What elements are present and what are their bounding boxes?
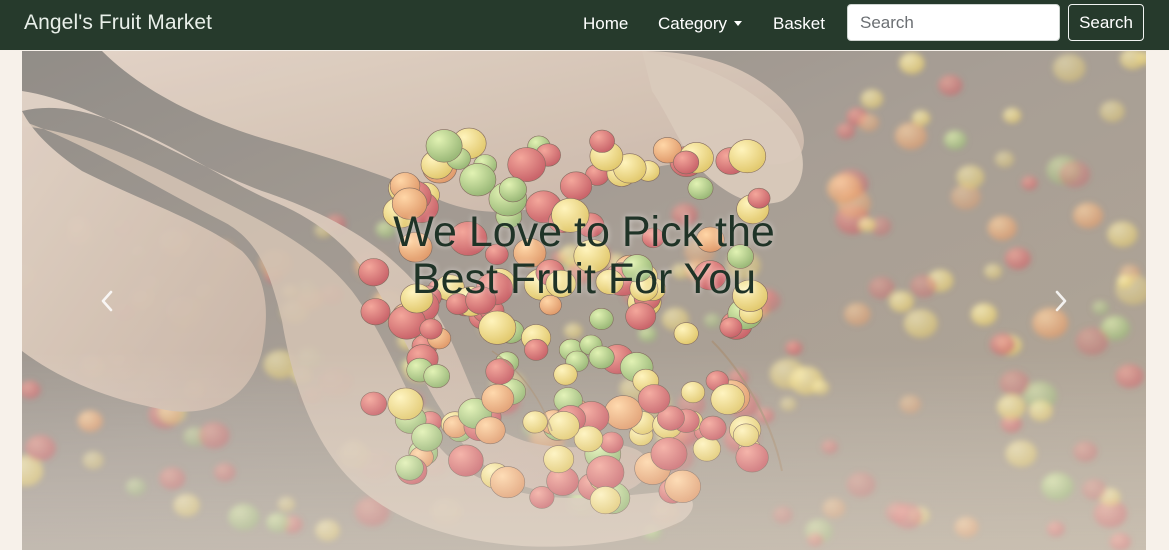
- nav-category-label: Category: [658, 14, 727, 33]
- caret-down-icon: [733, 21, 742, 27]
- search-input[interactable]: [847, 4, 1060, 41]
- hero-caption: We Love to Pick the Best Fruit For You: [284, 209, 884, 303]
- carousel-next-button[interactable]: [1046, 283, 1076, 319]
- brand-logo[interactable]: Angel's Fruit Market: [24, 0, 212, 50]
- nav-link-basket[interactable]: Basket: [773, 0, 825, 48]
- navbar: Angel's Fruit Market Home Category Baske…: [0, 0, 1169, 50]
- nav-dropdown-category[interactable]: Category: [658, 0, 742, 48]
- chevron-left-icon: [101, 290, 113, 312]
- carousel-prev-button[interactable]: [92, 283, 122, 319]
- nav-link-home[interactable]: Home: [583, 0, 628, 48]
- search-button[interactable]: Search: [1068, 4, 1144, 41]
- hero-caption-line2: Best Fruit For You: [411, 255, 757, 303]
- hero-caption-line1: We Love to Pick the: [393, 208, 775, 256]
- hero-carousel: We Love to Pick the Best Fruit For You: [22, 51, 1146, 550]
- chevron-right-icon: [1055, 290, 1067, 312]
